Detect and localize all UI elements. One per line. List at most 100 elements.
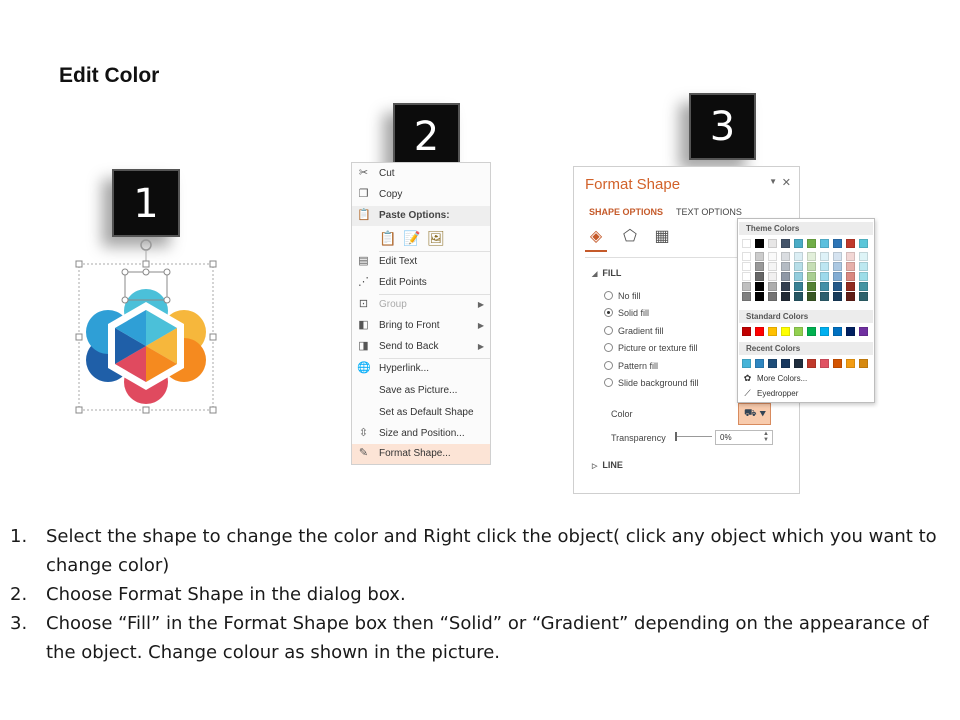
paste-keep-format-icon[interactable]: 📋 [379, 229, 397, 247]
color-swatch[interactable] [859, 282, 868, 291]
color-swatch[interactable] [755, 327, 764, 336]
color-swatch[interactable] [794, 239, 803, 248]
color-swatch[interactable] [742, 262, 751, 271]
color-swatch[interactable] [807, 327, 816, 336]
radio-picture-fill[interactable]: Picture or texture fill [604, 343, 698, 353]
color-swatch[interactable] [742, 239, 751, 248]
color-swatch[interactable] [833, 252, 842, 261]
color-swatch[interactable] [781, 359, 790, 368]
color-swatch[interactable] [755, 359, 764, 368]
color-swatch[interactable] [742, 252, 751, 261]
color-swatch[interactable] [768, 282, 777, 291]
color-swatch[interactable] [794, 327, 803, 336]
color-swatch[interactable] [820, 359, 829, 368]
color-swatch[interactable] [846, 292, 855, 301]
color-swatch[interactable] [820, 282, 829, 291]
radio-solid-fill[interactable]: Solid fill [604, 308, 649, 318]
color-swatch[interactable] [755, 252, 764, 261]
color-swatch[interactable] [742, 272, 751, 281]
color-swatch[interactable] [768, 327, 777, 336]
color-swatch[interactable] [755, 282, 764, 291]
color-swatch[interactable] [768, 359, 777, 368]
effects-icon[interactable]: ⬠ [620, 227, 640, 247]
radio-gradient-fill[interactable]: Gradient fill [604, 326, 664, 336]
color-swatch[interactable] [794, 282, 803, 291]
color-swatch[interactable] [833, 327, 842, 336]
tab-text-options[interactable]: TEXT OPTIONS [676, 207, 742, 217]
color-swatch[interactable] [846, 327, 855, 336]
size-properties-icon[interactable]: ▦ [652, 227, 672, 247]
close-icon[interactable]: ✕ [782, 176, 791, 189]
color-swatch[interactable] [846, 359, 855, 368]
color-swatch[interactable] [768, 292, 777, 301]
color-swatch[interactable] [781, 262, 790, 271]
color-swatch[interactable] [859, 327, 868, 336]
color-swatch[interactable] [807, 252, 816, 261]
flower-shape-graphic[interactable] [70, 236, 225, 416]
color-swatch[interactable] [859, 292, 868, 301]
transparency-slider[interactable] [675, 436, 712, 437]
color-swatch[interactable] [742, 282, 751, 291]
menu-item-hyperlink[interactable]: 🌐 Hyperlink... [352, 359, 490, 379]
color-swatch[interactable] [781, 252, 790, 261]
color-swatch[interactable] [781, 327, 790, 336]
color-swatch[interactable] [742, 327, 751, 336]
color-swatch[interactable] [859, 359, 868, 368]
color-swatch[interactable] [846, 262, 855, 271]
color-swatch[interactable] [807, 272, 816, 281]
menu-item-edit-points[interactable]: ⋰ Edit Points [352, 273, 490, 293]
paste-destination-icon[interactable]: 📝 [403, 229, 421, 247]
color-swatch[interactable] [807, 292, 816, 301]
radio-slide-background-fill[interactable]: Slide background fill [604, 378, 699, 388]
color-swatch[interactable] [833, 262, 842, 271]
color-swatch[interactable] [781, 292, 790, 301]
color-swatch[interactable] [820, 327, 829, 336]
fill-section-header[interactable]: ◢ FILL [592, 268, 621, 278]
eyedropper-link[interactable]: ⟋ Eyedropper [742, 388, 798, 399]
color-swatch[interactable] [820, 239, 829, 248]
menu-item-size-and-position[interactable]: ⇳ Size and Position... [352, 424, 490, 444]
tab-shape-options[interactable]: SHAPE OPTIONS [589, 207, 663, 217]
radio-no-fill[interactable]: No fill [604, 291, 641, 301]
color-swatch[interactable] [755, 262, 764, 271]
color-swatch[interactable] [846, 252, 855, 261]
color-swatch[interactable] [781, 239, 790, 248]
radio-pattern-fill[interactable]: Pattern fill [604, 361, 658, 371]
color-swatch[interactable] [768, 262, 777, 271]
menu-item-format-shape[interactable]: ✎ Format Shape... [352, 444, 490, 464]
color-swatch[interactable] [768, 272, 777, 281]
transparency-slider-handle[interactable] [675, 432, 677, 441]
color-swatch[interactable] [742, 359, 751, 368]
color-swatch[interactable] [768, 239, 777, 248]
color-swatch[interactable] [755, 292, 764, 301]
color-swatch[interactable] [755, 239, 764, 248]
color-swatch[interactable] [833, 272, 842, 281]
color-swatch[interactable] [846, 239, 855, 248]
color-swatch[interactable] [794, 359, 803, 368]
color-swatch[interactable] [807, 282, 816, 291]
color-swatch[interactable] [807, 239, 816, 248]
color-swatch[interactable] [794, 272, 803, 281]
menu-item-edit-text[interactable]: ▤ Edit Text [352, 252, 490, 272]
color-swatch[interactable] [794, 252, 803, 261]
transparency-input[interactable]: 0% ▲ ▼ [715, 430, 773, 445]
color-swatch[interactable] [820, 272, 829, 281]
color-swatch[interactable] [755, 272, 764, 281]
menu-item-group[interactable]: ⊡ Group ▶ [352, 295, 490, 315]
color-swatch[interactable] [807, 359, 816, 368]
color-swatch[interactable] [846, 282, 855, 291]
more-colors-link[interactable]: ✿ More Colors... [742, 373, 808, 384]
paste-picture-icon[interactable]: 🖼 [427, 229, 445, 247]
spinner-icon[interactable]: ▲ ▼ [763, 431, 769, 443]
fill-line-icon[interactable]: ◈ [586, 227, 606, 247]
color-swatch[interactable] [794, 262, 803, 271]
pane-options-icon[interactable]: ▼ [769, 177, 777, 186]
color-swatch[interactable] [859, 252, 868, 261]
line-section-header[interactable]: ▷ LINE [592, 460, 623, 470]
color-swatch[interactable] [820, 262, 829, 271]
color-swatch[interactable] [781, 282, 790, 291]
rotation-handle[interactable] [140, 239, 152, 251]
color-swatch[interactable] [833, 292, 842, 301]
color-swatch[interactable] [820, 252, 829, 261]
menu-item-send-to-back[interactable]: ◨ Send to Back ▶ [352, 337, 490, 357]
